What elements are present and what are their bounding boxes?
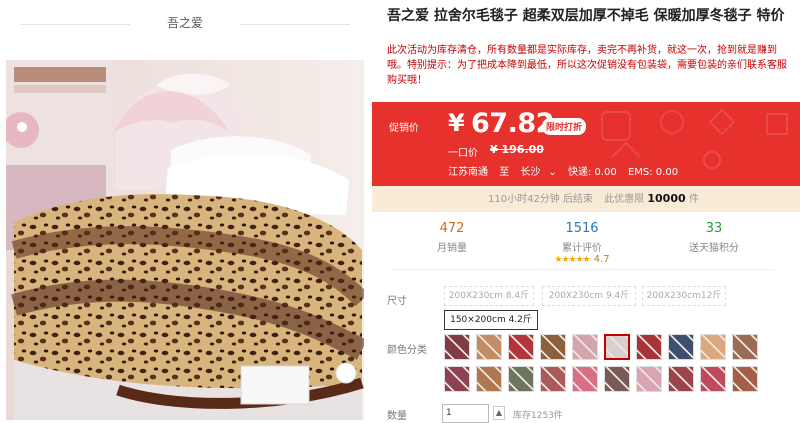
color-swatch[interactable] bbox=[732, 334, 758, 360]
currency-symbol: ¥ bbox=[448, 109, 465, 137]
color-swatch[interactable] bbox=[668, 366, 694, 392]
monthly-sales-value: 472 bbox=[439, 221, 465, 236]
color-label: 颜色分类 bbox=[387, 345, 427, 356]
color-swatch[interactable] bbox=[668, 334, 694, 360]
limited-discount-badge: 限时打折 bbox=[542, 118, 587, 135]
size-option[interactable]: 200X230cm 9.4斤 bbox=[542, 286, 636, 306]
review-stats[interactable]: 1516 累计评价 ★★★★★ 4.7 bbox=[522, 219, 642, 265]
stock-count: 库存1253件 bbox=[513, 411, 563, 421]
product-description: 此次活动为库存清仓，所有数量都是实际库存，卖完不再补货，就这一次，抢到就是赚到哦… bbox=[387, 45, 787, 86]
monthly-sales: 472 月销量 bbox=[392, 219, 512, 254]
size-option-selected[interactable]: 150×200cm 4.2斤 bbox=[444, 310, 538, 330]
product-image[interactable] bbox=[6, 60, 364, 420]
size-label: 尺寸 bbox=[387, 296, 407, 307]
quantity-label: 数量 bbox=[387, 411, 407, 422]
review-count: 1516 bbox=[565, 221, 599, 236]
color-swatch[interactable] bbox=[636, 366, 662, 392]
chevron-down-icon[interactable]: ⌄ bbox=[548, 167, 556, 178]
product-info: 吾之爱 拉舍尔毛毯子 超柔双层加厚不掉毛 保暖加厚冬毯子 特价 此次活动为库存清… bbox=[372, 0, 800, 423]
review-label: 累计评价 bbox=[562, 243, 602, 254]
points-value: 33 bbox=[705, 221, 723, 236]
quantity-input[interactable]: 1 bbox=[442, 404, 489, 423]
original-price: ¥ 196.00 bbox=[490, 143, 544, 156]
tmall-points: 33 送天猫积分 bbox=[654, 219, 774, 254]
color-swatch[interactable] bbox=[444, 334, 470, 360]
ems-fee: EMS: 0.00 bbox=[627, 167, 679, 178]
destination-select[interactable]: 长沙 bbox=[520, 167, 540, 178]
color-swatch[interactable] bbox=[476, 366, 502, 392]
points-label: 送天猫积分 bbox=[689, 243, 739, 254]
sales-stats: 472 月销量 1516 累计评价 ★★★★★ 4.7 33 送天猫积分 bbox=[392, 214, 774, 270]
price-panel: 促销价 ¥ 67.82 限时打折 一口价 ¥ 196.00 江苏南通 至 长沙 ⌄… bbox=[372, 102, 800, 186]
countdown-text: 110小时42分钟 后结束 bbox=[488, 194, 593, 205]
shipping-row: 江苏南通 至 长沙 ⌄ 快递: 0.00 EMS: 0.00 bbox=[448, 163, 686, 178]
shipping-to-label: 至 bbox=[499, 167, 510, 178]
color-swatch[interactable] bbox=[508, 334, 534, 360]
color-swatch-selected[interactable] bbox=[604, 334, 630, 360]
stock-limit-value: 10000 bbox=[647, 192, 686, 205]
color-swatch[interactable] bbox=[700, 334, 726, 360]
stock-limit-label: 此优惠限 bbox=[604, 194, 645, 205]
shop-name: 吾之爱 bbox=[0, 14, 370, 34]
product-title: 吾之爱 拉舍尔毛毯子 超柔双层加厚不掉毛 保暖加厚冬毯子 特价 bbox=[387, 8, 785, 24]
shipping-origin: 江苏南通 bbox=[448, 167, 488, 178]
express-fee: 快递: 0.00 bbox=[567, 167, 617, 178]
color-swatch[interactable] bbox=[636, 334, 662, 360]
color-swatch[interactable] bbox=[476, 334, 502, 360]
size-option[interactable]: 200X230cm12斤 bbox=[642, 286, 726, 306]
promotion-countdown-bar: 110小时42分钟 后结束 此优惠限 10000 件 bbox=[372, 186, 800, 212]
promo-price-label: 促销价 bbox=[389, 123, 419, 134]
stock-limit-unit: 件 bbox=[688, 194, 699, 205]
color-swatch[interactable] bbox=[604, 366, 630, 392]
star-rating-icon: ★★★★★ bbox=[554, 255, 590, 265]
color-swatch[interactable] bbox=[700, 366, 726, 392]
color-swatch[interactable] bbox=[508, 366, 534, 392]
color-swatch[interactable] bbox=[444, 366, 470, 392]
color-swatch[interactable] bbox=[540, 366, 566, 392]
size-option[interactable]: 200X230cm 8.4斤 bbox=[444, 286, 534, 306]
quantity-increment-icon[interactable]: ▲ bbox=[493, 406, 505, 420]
color-swatch[interactable] bbox=[540, 334, 566, 360]
review-rating: 4.7 bbox=[593, 254, 610, 265]
product-gallery: 吾之爱 bbox=[0, 0, 370, 422]
color-swatch[interactable] bbox=[572, 334, 598, 360]
color-swatch[interactable] bbox=[732, 366, 758, 392]
color-swatch[interactable] bbox=[572, 366, 598, 392]
original-price-label: 一口价 bbox=[448, 148, 478, 159]
monthly-sales-label: 月销量 bbox=[437, 243, 467, 254]
